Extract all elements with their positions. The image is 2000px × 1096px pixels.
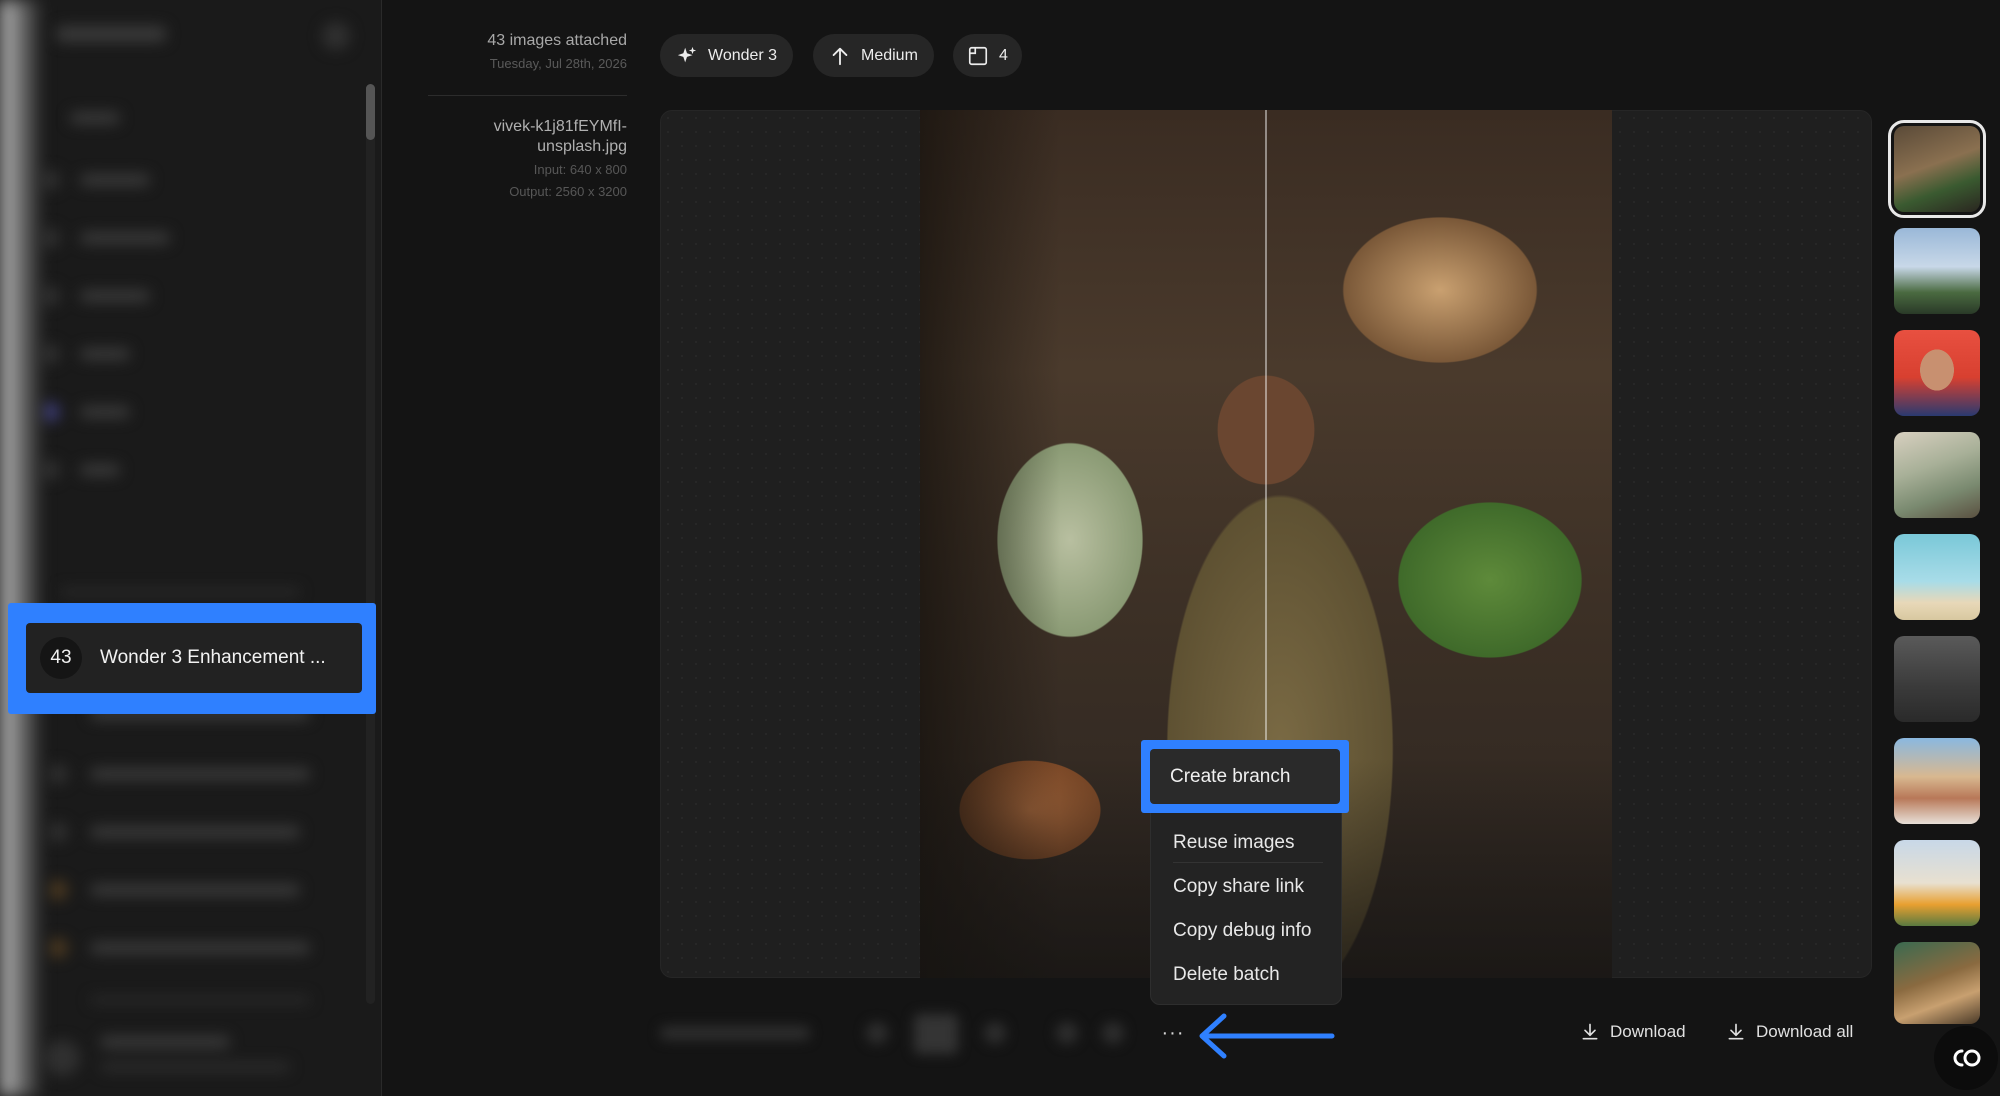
thumbnail-8[interactable] — [1894, 840, 1980, 926]
sidebar — [0, 0, 382, 1096]
menu-item-create-branch[interactable]: Create branch — [1150, 749, 1340, 804]
file-name-line-2: unsplash.jpg — [537, 138, 627, 155]
output-count-chip-label: 4 — [999, 46, 1008, 64]
menu-item-copy-share-link[interactable]: Copy share link — [1173, 876, 1304, 898]
brand-logo-button[interactable] — [1934, 1026, 1998, 1090]
grid-icon — [968, 46, 988, 65]
sidebar-scrollbar-track — [366, 84, 375, 1004]
output-resolution: Output: 2560 x 3200 — [509, 184, 627, 199]
batch-date: Tuesday, Jul 28th, 2026 — [489, 56, 627, 71]
menu-item-delete-batch[interactable]: Delete batch — [1173, 964, 1280, 986]
strength-chip[interactable]: Medium — [813, 34, 934, 77]
download-button[interactable]: Download — [1580, 1022, 1686, 1042]
input-resolution: Input: 640 x 800 — [533, 162, 627, 177]
logo-icon — [1953, 1049, 1981, 1067]
thumbnail-4[interactable] — [1894, 432, 1980, 518]
sidebar-scrollbar[interactable] — [366, 84, 375, 140]
download-all-button[interactable]: Download all — [1726, 1022, 1853, 1042]
model-chip-label: Wonder 3 — [708, 46, 778, 64]
menu-item-copy-debug-info[interactable]: Copy debug info — [1173, 920, 1311, 942]
menu-item-reuse-images[interactable]: Reuse images — [1173, 832, 1294, 854]
thumbnail-3[interactable] — [1894, 330, 1980, 416]
thumbnail-2[interactable] — [1894, 228, 1980, 314]
bottom-toolbar-blurred — [656, 1010, 1126, 1058]
file-name: vivek-k1j81fEYMfI- unsplash.jpg — [494, 117, 627, 157]
output-count-chip[interactable]: 4 — [953, 34, 1022, 77]
images-attached-count: 43 images attached — [487, 32, 627, 49]
download-label: Download — [1610, 1022, 1686, 1041]
strength-chip-label: Medium — [861, 46, 918, 64]
thumbnail-9[interactable] — [1894, 942, 1980, 1024]
sidebar-batch-item[interactable]: 43 Wonder 3 Enhancement ... — [26, 623, 362, 693]
highlight-box-sidebar: 43 Wonder 3 Enhancement ... — [8, 603, 376, 714]
thumbnail-1[interactable] — [1888, 120, 1986, 218]
sparkle-icon — [677, 46, 697, 62]
arrow-up-icon — [832, 47, 848, 65]
batch-name: Wonder 3 Enhancement ... — [100, 647, 326, 668]
download-icon — [1582, 1023, 1598, 1040]
batch-count-badge: 43 — [40, 637, 82, 679]
download-all-icon — [1728, 1023, 1744, 1040]
more-options-button[interactable]: ··· — [1158, 1018, 1188, 1048]
thumbnail-5[interactable] — [1894, 534, 1980, 620]
highlight-box-create-branch: Create branch — [1141, 740, 1349, 813]
thumbnail-6[interactable] — [1894, 636, 1980, 722]
file-name-line-1: vivek-k1j81fEYMfI- — [493, 118, 627, 135]
meta-divider — [428, 95, 627, 96]
thumbnail-7[interactable] — [1894, 738, 1980, 824]
annotation-arrow-left-icon — [1199, 1013, 1335, 1059]
download-all-label: Download all — [1756, 1022, 1854, 1041]
model-chip[interactable]: Wonder 3 — [660, 34, 794, 77]
sidebar-blurred-content — [0, 0, 381, 1096]
